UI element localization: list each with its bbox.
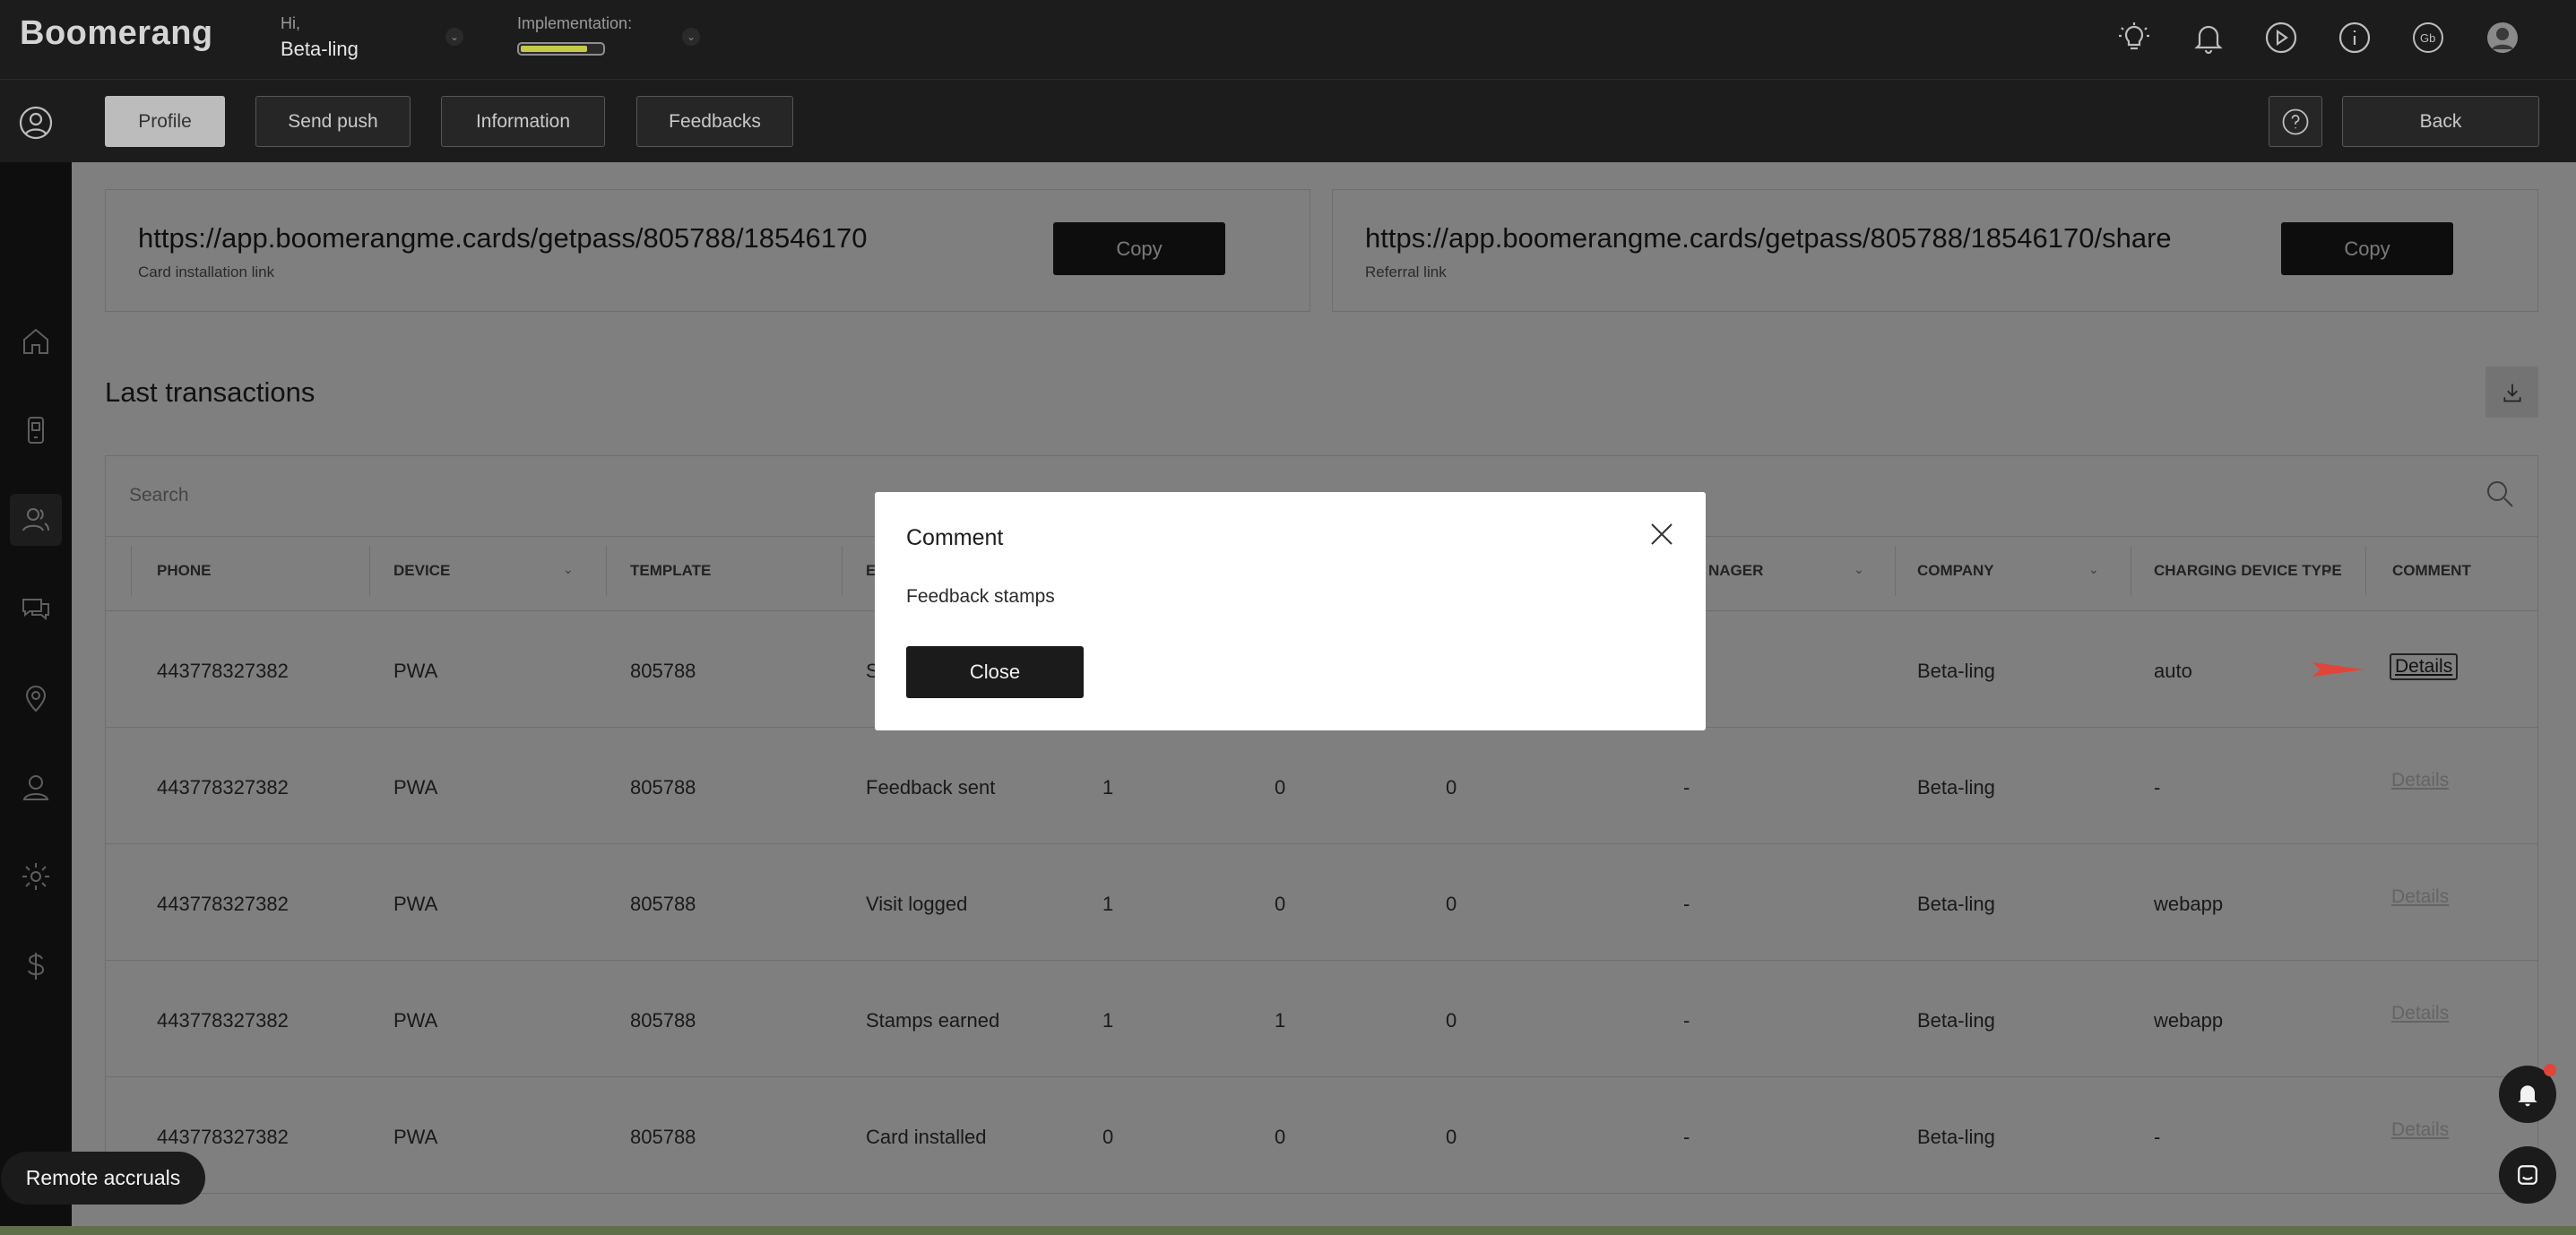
svg-text:Gb: Gb (2420, 31, 2435, 45)
info-icon[interactable] (2337, 20, 2373, 56)
top-bar: Boomerang Hi, Beta-ling ⌄ Implementation… (0, 0, 2576, 79)
greeting-label: Hi, (281, 14, 300, 32)
remote-accruals-button[interactable]: Remote accruals (1, 1152, 205, 1205)
close-icon[interactable] (1647, 519, 1677, 549)
app-logo[interactable]: Boomerang (20, 14, 213, 53)
tab-information[interactable]: Information (441, 96, 605, 147)
user-name[interactable]: Beta-ling (281, 38, 359, 61)
implementation-progress-bar (517, 42, 605, 56)
notification-badge (2544, 1064, 2556, 1076)
chat-icon (2518, 1165, 2537, 1185)
play-icon[interactable] (2263, 20, 2299, 56)
chat-fab[interactable] (2499, 1146, 2556, 1204)
tab-feedbacks[interactable]: Feedbacks (636, 96, 793, 147)
tab-profile[interactable]: Profile (105, 96, 225, 147)
bell-icon (2518, 1085, 2537, 1107)
lightbulb-icon[interactable] (2116, 20, 2152, 56)
language-gb-icon[interactable]: Gb (2410, 20, 2446, 56)
modal-title: Comment (906, 525, 1004, 550)
modal-close-button[interactable]: Close (906, 646, 1084, 698)
comment-modal: Comment Feedback stamps Close (875, 492, 1706, 730)
implementation-dropdown-chevron-icon[interactable]: ⌄ (682, 28, 700, 46)
modal-comment-text: Feedback stamps (906, 586, 1055, 607)
help-button[interactable] (2269, 96, 2322, 147)
bell-icon[interactable] (2191, 20, 2226, 56)
back-button[interactable]: Back (2342, 96, 2539, 147)
account-circle-icon[interactable] (18, 105, 54, 141)
implementation-label: Implementation: (517, 14, 633, 32)
tab-send-push[interactable]: Send push (255, 96, 411, 147)
user-dropdown-chevron-icon[interactable]: ⌄ (445, 28, 463, 46)
bottom-strip (0, 1226, 2576, 1235)
question-circle-icon (2282, 108, 2309, 134)
user-avatar-icon[interactable] (2485, 20, 2520, 56)
red-arrow-annotation-icon (2312, 662, 2364, 677)
implementation-progress-fill (521, 46, 587, 52)
